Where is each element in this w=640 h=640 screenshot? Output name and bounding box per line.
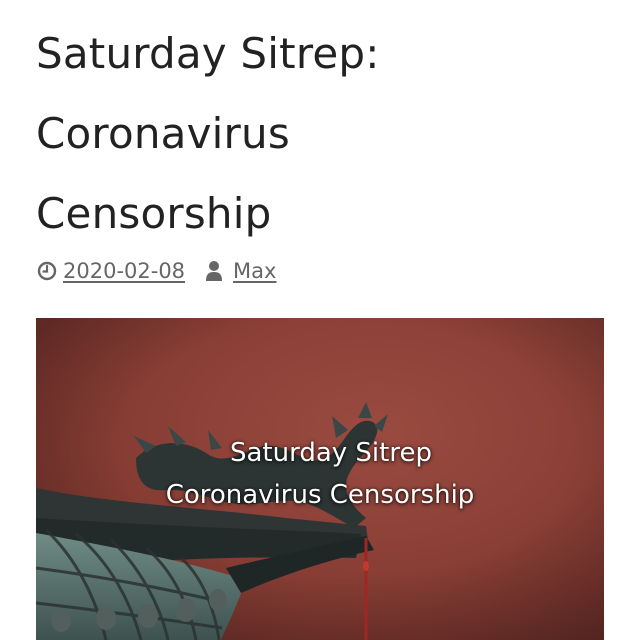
- clock-icon: [36, 260, 58, 282]
- post-date-link[interactable]: 2020-02-08: [63, 259, 185, 283]
- post-title-line-1: Saturday Sitrep:: [36, 29, 380, 78]
- post-title-line-2: Coronavirus: [36, 109, 290, 158]
- user-icon: [203, 260, 225, 282]
- featured-image-caption: Saturday Sitrep Coronavirus Censorship: [36, 432, 604, 516]
- post-author-link[interactable]: Max: [233, 259, 276, 283]
- article: Saturday Sitrep: Coronavirus Censorship …: [0, 0, 640, 640]
- featured-image[interactable]: Saturday Sitrep Coronavirus Censorship: [36, 318, 604, 640]
- post-title-line-3: Censorship: [36, 189, 272, 238]
- post-meta: 2020-02-08 Max: [36, 256, 276, 286]
- post-title: Saturday Sitrep: Coronavirus Censorship: [36, 14, 616, 254]
- caption-line-1: Saturday Sitrep: [230, 438, 432, 468]
- caption-line-2: Coronavirus Censorship: [165, 480, 475, 510]
